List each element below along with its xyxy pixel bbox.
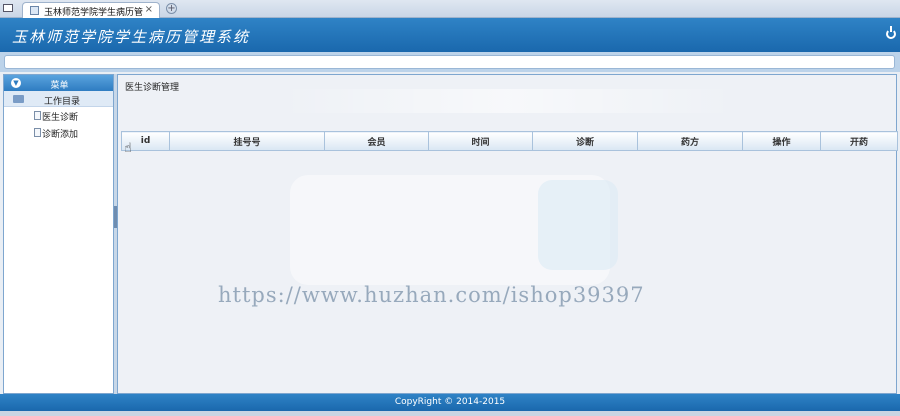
sidebar: ▼ 菜单 工作目录 医生诊断 诊断添加 — [3, 74, 114, 394]
sidebar-item-add-diagnosis[interactable]: 诊断添加 — [4, 124, 113, 141]
browser-status-bar — [0, 411, 900, 416]
hand-cursor-icon: ☝ — [124, 141, 132, 156]
column-header-diagnosis[interactable]: 诊断 — [532, 131, 638, 151]
toolbar-strip — [0, 52, 900, 72]
column-header-member[interactable]: 会员 — [324, 131, 429, 151]
app-title: 玉林师范学院学生病历管理系统 — [12, 28, 251, 46]
folder-icon — [13, 95, 24, 103]
toolbar-bar — [4, 55, 895, 69]
page-title: 医生诊断管理 — [125, 83, 180, 93]
sidebar-menu-header[interactable]: ▼ 菜单 — [4, 75, 113, 91]
logout-power-icon[interactable] — [886, 26, 896, 39]
sidebar-item-label: 诊断添加 — [42, 130, 79, 140]
column-header-register-no[interactable]: 挂号号 — [169, 131, 325, 151]
diagnosis-table: id 挂号号 会员 时间 诊断 药方 操作 开药 — [121, 131, 898, 151]
watermark-shape — [538, 180, 618, 270]
browser-tab-strip: 玉林师范学院学生病历管... × + — [0, 0, 900, 18]
column-header-time[interactable]: 时间 — [428, 131, 533, 151]
copyright-text: CopyRight © 2014-2015 — [394, 397, 506, 407]
watermark-text: https://www.huzhan.com/ishop39397 — [218, 283, 645, 307]
sidebar-menu-label: 菜单 — [50, 81, 69, 91]
main-panel: 医生诊断管理 id 挂号号 会员 时间 诊断 药方 操作 开药 ☝ https:… — [117, 74, 898, 394]
column-header-dispense[interactable]: 开药 — [820, 131, 898, 151]
document-icon — [34, 111, 41, 120]
document-icon — [34, 128, 41, 137]
footer: CopyRight © 2014-2015 — [0, 394, 900, 411]
column-header-prescription[interactable]: 药方 — [637, 131, 743, 151]
watermark-band — [278, 89, 738, 113]
app-header: 玉林师范学院学生病历管理系统 — [0, 18, 900, 52]
sidebar-group-label: 工作目录 — [44, 97, 81, 107]
browser-menu-icon[interactable] — [3, 4, 13, 12]
table-header-row: id 挂号号 会员 时间 诊断 药方 操作 开药 — [121, 131, 898, 151]
column-header-actions[interactable]: 操作 — [742, 131, 821, 151]
new-tab-button[interactable]: + — [166, 3, 177, 14]
tab-close-icon[interactable]: × — [145, 4, 153, 15]
browser-tab-title: 玉林师范学院学生病历管... — [44, 8, 144, 18]
sidebar-group-work-directory[interactable]: 工作目录 — [4, 91, 113, 107]
sidebar-item-doctor-diagnosis[interactable]: 医生诊断 — [4, 107, 113, 124]
browser-tab[interactable]: 玉林师范学院学生病历管... × — [22, 2, 160, 18]
sidebar-item-label: 医生诊断 — [42, 113, 79, 123]
page-favicon-icon — [30, 6, 39, 15]
